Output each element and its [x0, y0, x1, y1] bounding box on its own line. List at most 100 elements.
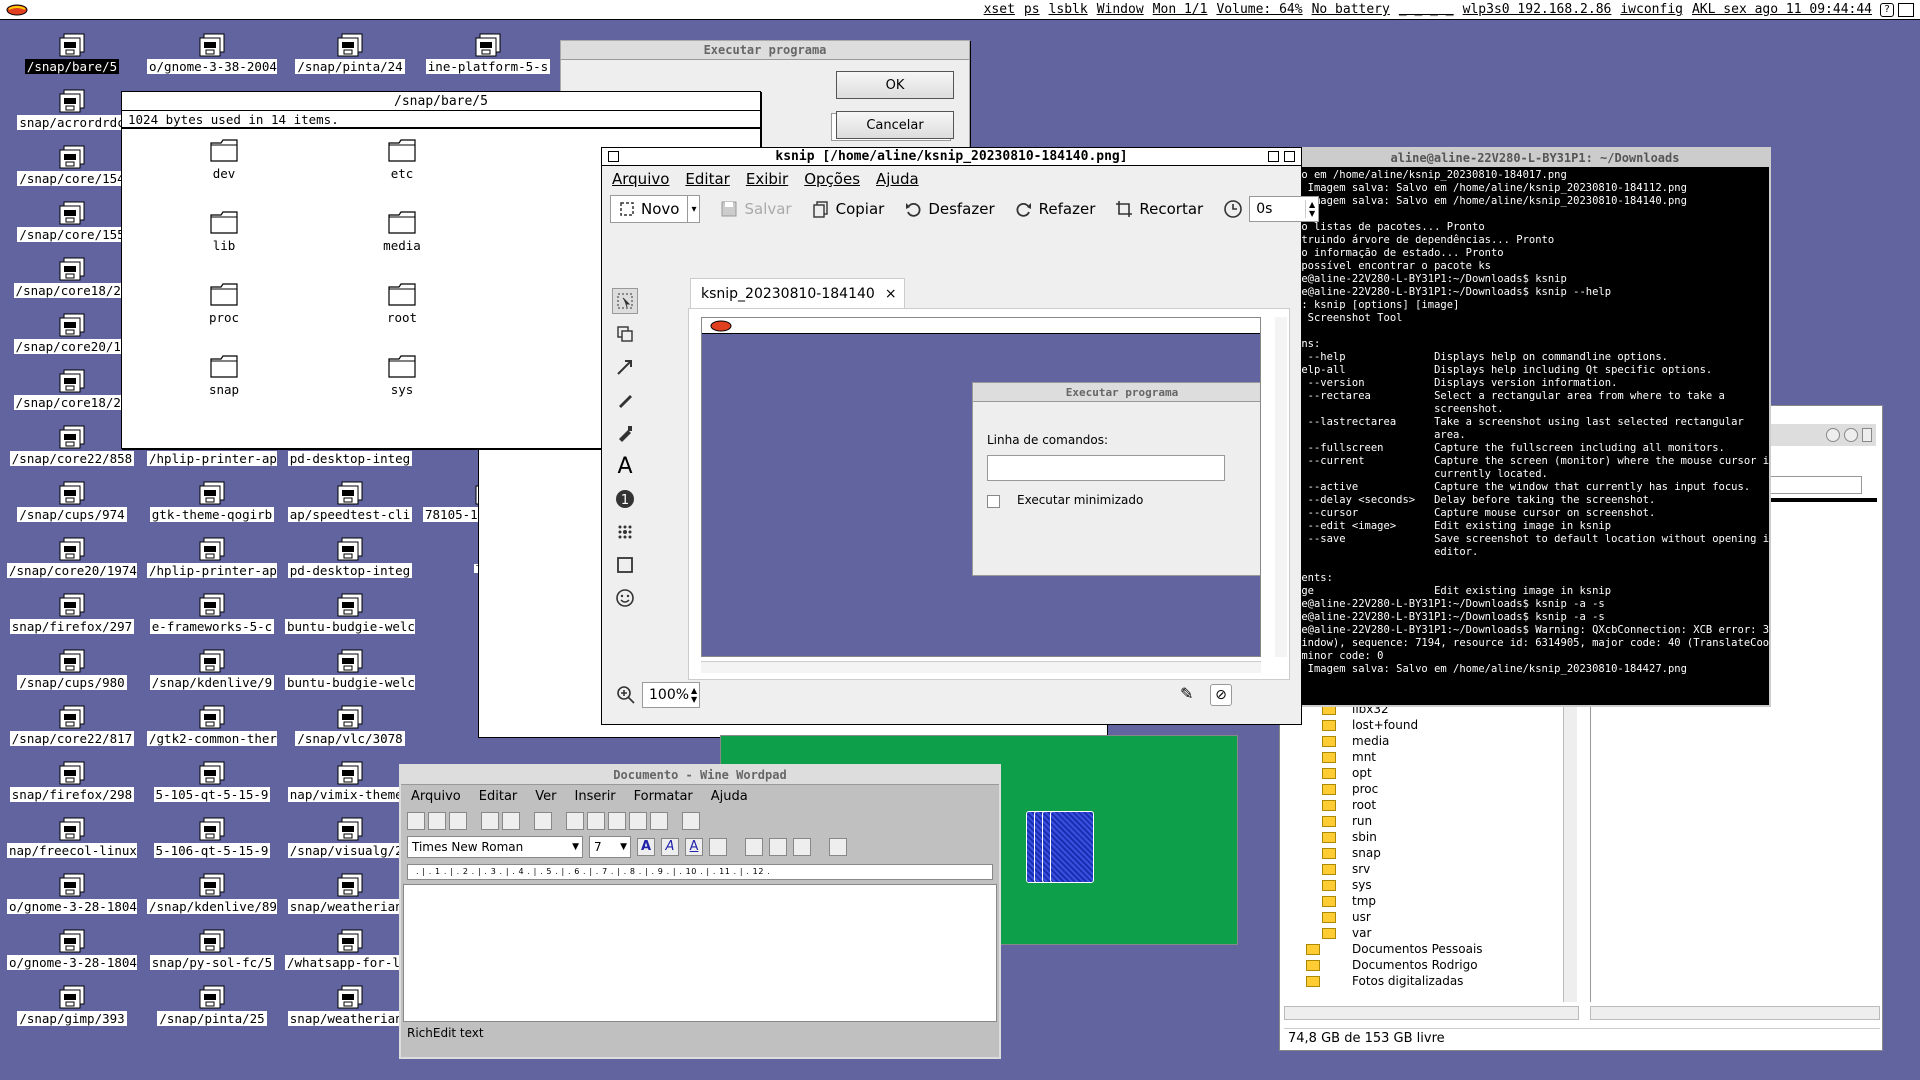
print-icon[interactable] [481, 812, 499, 830]
folder-item[interactable]: root [362, 281, 442, 325]
marker-tool-icon[interactable] [612, 420, 638, 446]
redo-button[interactable]: Refazer [1015, 200, 1095, 218]
status-item[interactable]: Volume: 64% [1216, 2, 1302, 17]
ok-button[interactable]: OK [836, 71, 954, 99]
desktop-icon[interactable]: /snap/gimp/393 [7, 982, 137, 1038]
desktop-icon[interactable]: buntu-budgie-welc [285, 646, 415, 702]
image-canvas[interactable]: Executar programa Linha de comandos: Exe… [701, 317, 1261, 657]
desktop-icon[interactable]: gtk-theme-qogirb [147, 478, 277, 534]
desktop-icon[interactable]: nap/vimix-themes [285, 758, 415, 814]
desktop-icon[interactable]: ine-platform-5-s [423, 30, 553, 86]
document-area[interactable] [403, 884, 997, 1022]
redo-icon[interactable] [650, 812, 668, 830]
desktop-icon[interactable]: snap/firefox/297 [7, 590, 137, 646]
inner-field[interactable] [987, 455, 1225, 481]
desktop-icon[interactable]: 5-106-qt-5-15-9 [147, 814, 277, 870]
tab-close-icon[interactable]: × [885, 286, 897, 302]
folder-item[interactable]: sys [362, 353, 442, 397]
number-tool-icon[interactable]: 1 [612, 486, 638, 512]
desktop-icon[interactable]: pd-desktop-integ [285, 534, 415, 590]
status-item[interactable]: iwconfig [1620, 2, 1683, 17]
desktop-icon[interactable]: /snap/kdenlive/89 [147, 870, 277, 926]
status-item[interactable]: _ _ _ _ [1399, 2, 1454, 17]
status-item[interactable]: wlp3s0 192.168.2.86 [1463, 2, 1612, 17]
menu-icon[interactable] [1862, 428, 1872, 442]
text-tool-icon[interactable]: A [612, 453, 638, 479]
paste-icon[interactable] [608, 812, 626, 830]
window-icon[interactable] [1898, 2, 1914, 17]
desktop-icon[interactable]: /snap/bare/5 [7, 30, 137, 86]
clock-icon[interactable] [1844, 428, 1858, 442]
tree-item[interactable]: usr [1288, 909, 1583, 925]
print-preview-icon[interactable] [502, 812, 520, 830]
tree-item[interactable]: proc [1288, 781, 1583, 797]
desktop-icon[interactable]: /snap/core22/858 [7, 422, 137, 478]
select-tool-icon[interactable] [612, 288, 638, 314]
desktop-icon[interactable]: /snap/kdenlive/9 [147, 646, 277, 702]
menu-item[interactable]: Editar [479, 789, 518, 804]
fm-hscroll-right[interactable] [1590, 1006, 1880, 1020]
tree-item[interactable]: tmp [1288, 893, 1583, 909]
zoom-spinbox[interactable]: 100% ▲ ▼ [642, 682, 700, 708]
collapse-box-icon[interactable] [1284, 151, 1295, 162]
save-button[interactable]: Salvar [720, 200, 792, 218]
desktop-icon[interactable]: /snap/visualg/22 [285, 814, 415, 870]
compass-icon[interactable] [1826, 428, 1840, 442]
fm-hscroll[interactable] [1284, 1006, 1579, 1020]
desktop-icon[interactable]: snap/acrordrdc [7, 86, 137, 142]
menu-item[interactable]: Editar [685, 170, 729, 188]
card-stack[interactable] [1026, 811, 1106, 883]
new-doc-icon[interactable] [407, 812, 425, 830]
folder-item[interactable]: lib [184, 209, 264, 253]
chevron-down-icon[interactable]: ▾ [688, 204, 699, 215]
desktop-icon[interactable]: snap/firefox/298 [7, 758, 137, 814]
tree-item[interactable]: sbin [1288, 829, 1583, 845]
delay-spinbox[interactable]: 0s ▲ ▼ [1249, 196, 1320, 222]
desktop-icon[interactable]: nap/freecol-linux [7, 814, 137, 870]
cancel-button[interactable]: Cancelar [836, 111, 954, 139]
desktop-icon[interactable]: snap/py-sol-fc/5 [147, 926, 277, 982]
menu-item[interactable]: Opções [804, 170, 860, 188]
zoom-box-icon[interactable] [1268, 151, 1279, 162]
bold-icon[interactable]: A [637, 838, 655, 856]
folder-item[interactable]: snap [184, 353, 264, 397]
desktop-icon[interactable]: snap/weatherian/ [285, 870, 415, 926]
rectangle-tool-icon[interactable] [612, 552, 638, 578]
font-name-select[interactable]: Times New Roman ▼ [407, 836, 583, 858]
fm-vscroll[interactable] [1563, 686, 1577, 1002]
canvas-hscroll[interactable] [701, 661, 1261, 673]
status-item[interactable]: Mon 1/1 [1153, 2, 1208, 17]
terminal-output[interactable]: vo em /home/aline/ksnip_20230810-184017.… [1295, 167, 1769, 676]
cut-icon[interactable] [566, 812, 584, 830]
folder-item[interactable]: etc [362, 137, 442, 181]
tree-item[interactable]: sys [1288, 877, 1583, 893]
menu-item[interactable]: Exibir [746, 170, 788, 188]
desktop-icon[interactable]: /snap/pinta/24 [285, 30, 415, 86]
menu-item[interactable]: Ver [535, 789, 556, 804]
undo-button[interactable]: Desfazer [904, 200, 995, 218]
desktop-icon[interactable]: /snap/cups/980 [7, 646, 137, 702]
desktop-icon[interactable]: /snap/core18/27 [7, 254, 137, 310]
color-icon[interactable] [709, 838, 727, 856]
tree-item[interactable]: lost+found [1288, 717, 1583, 733]
folder-item[interactable]: media [362, 209, 442, 253]
arrow-tool-icon[interactable] [612, 354, 638, 380]
apple-logo-icon[interactable] [6, 1, 34, 19]
image-tab[interactable]: ksnip_20230810-184140 × [690, 278, 905, 308]
copy-button[interactable]: Copiar [812, 200, 884, 218]
status-item[interactable]: ps [1024, 2, 1040, 17]
status-item[interactable]: Window [1097, 2, 1144, 17]
insert-date-icon[interactable] [682, 812, 700, 830]
close-box-icon[interactable] [608, 151, 619, 162]
folder-item[interactable]: proc [184, 281, 264, 325]
desktop-icon[interactable]: /gtk2-common-ther [147, 702, 277, 758]
clear-icon[interactable]: ⊘ [1210, 684, 1232, 706]
desktop-icon[interactable]: /snap/core20/1974 [7, 534, 137, 590]
desktop-icon[interactable]: 5-105-qt-5-15-9 [147, 758, 277, 814]
status-item[interactable]: AKL sex ago 11 09:44:44 [1692, 2, 1872, 17]
pen-tool-icon[interactable] [612, 387, 638, 413]
status-item[interactable]: lsblk [1049, 2, 1088, 17]
desktop-icon[interactable]: buntu-budgie-welc [285, 590, 415, 646]
tree-item[interactable]: Documentos Pessoais [1288, 941, 1583, 957]
tree-item[interactable]: var [1288, 925, 1583, 941]
